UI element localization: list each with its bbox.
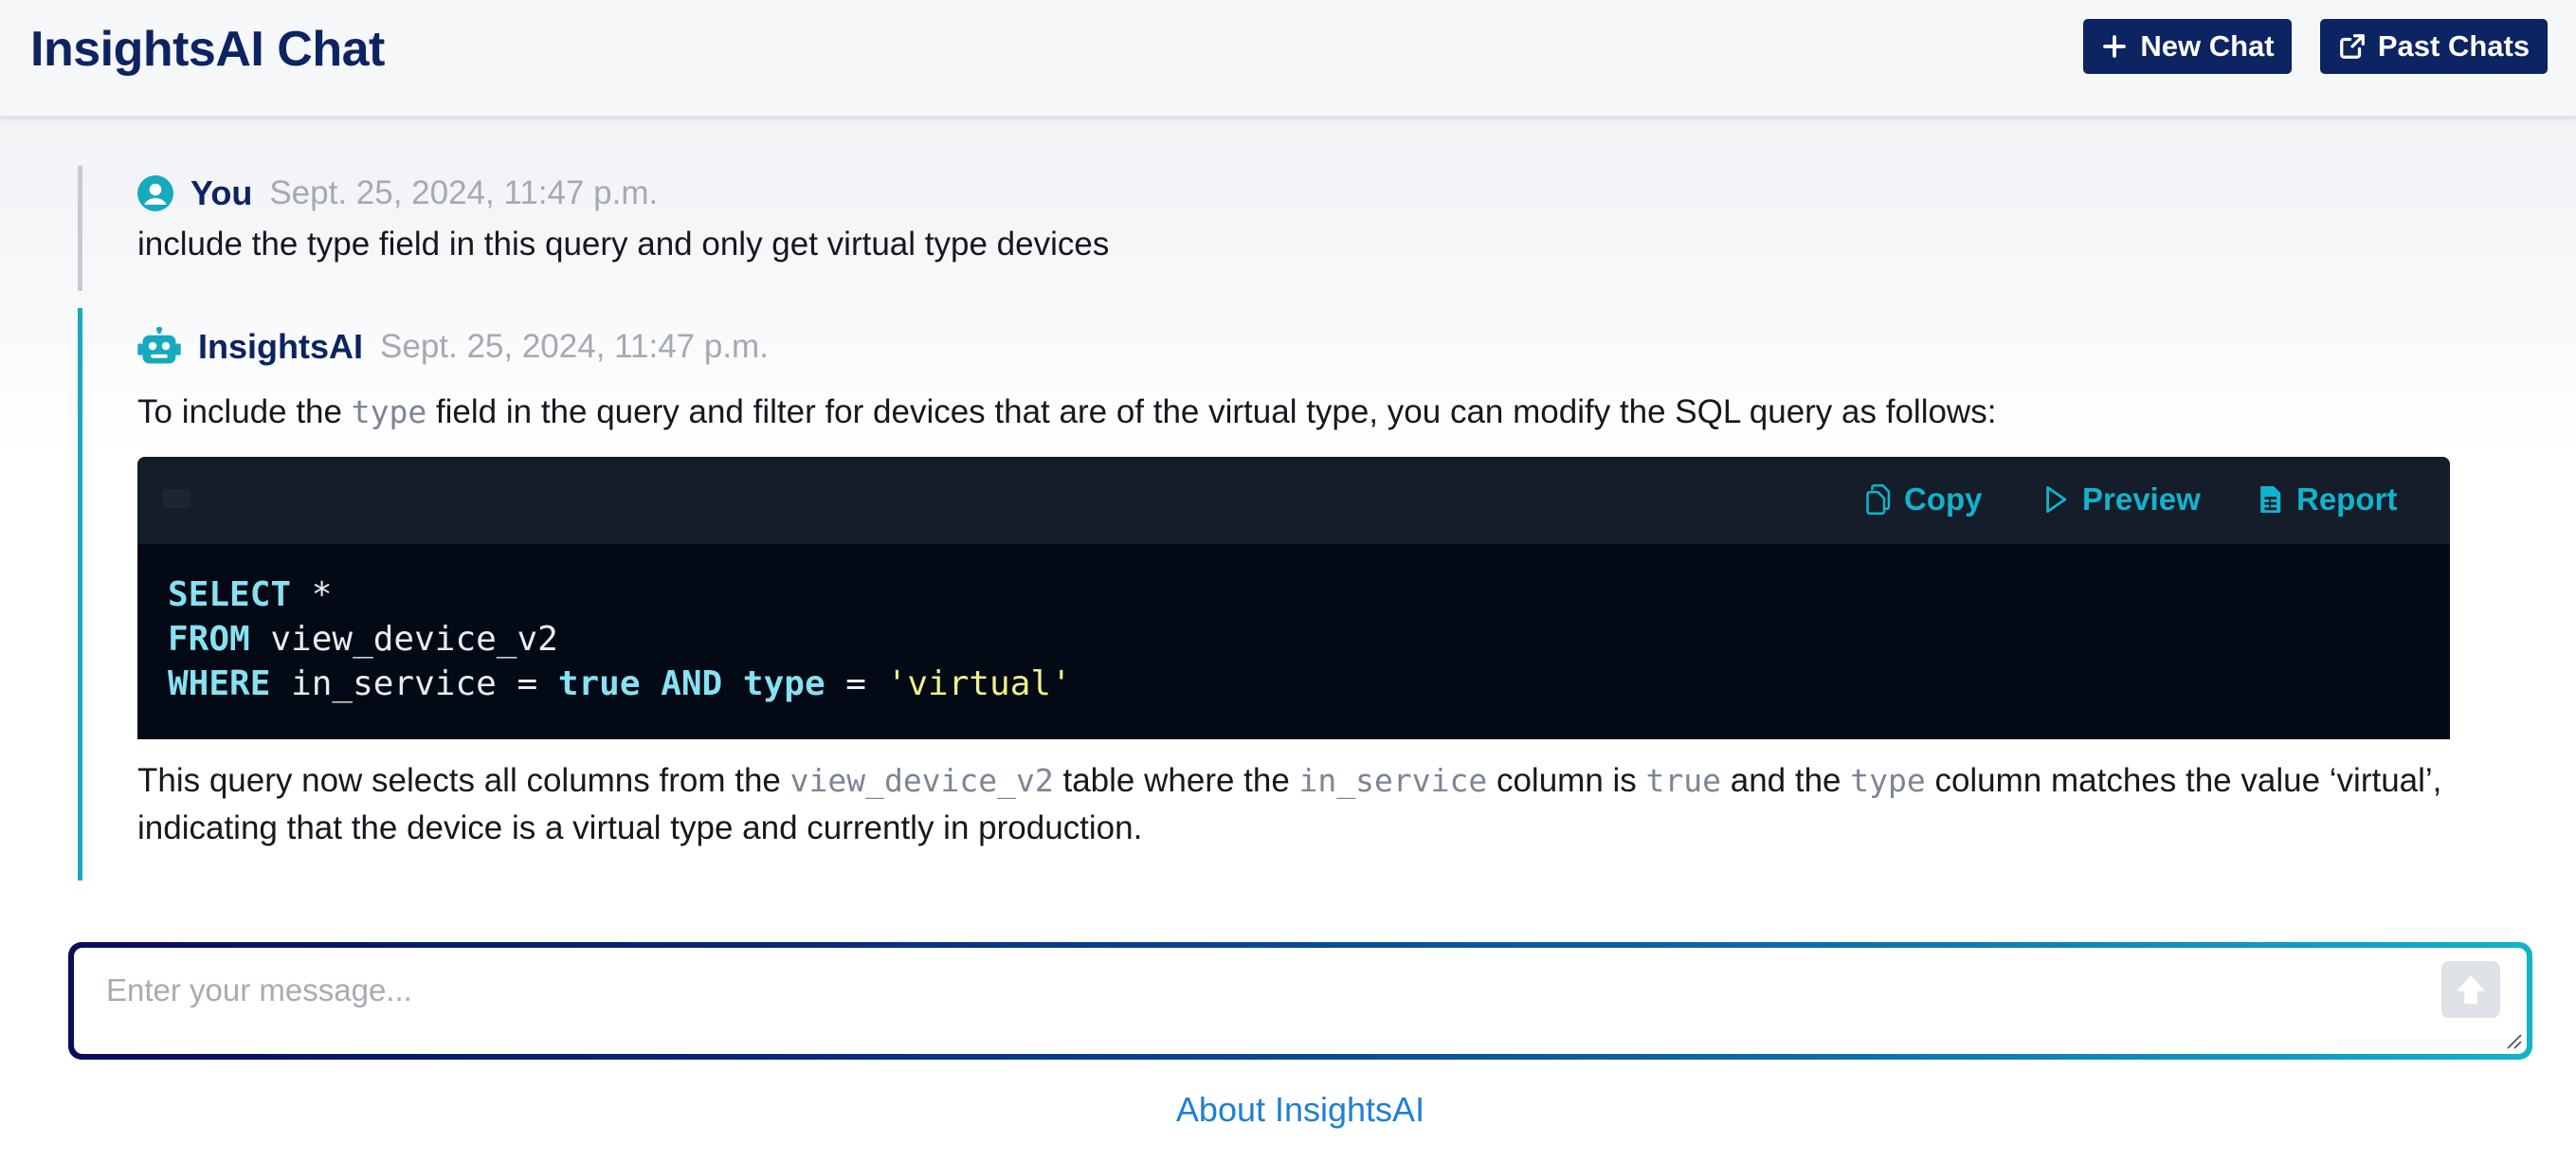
document-icon [2260, 486, 2281, 513]
sql-keyword: type [742, 664, 825, 703]
inline-code: type [351, 393, 427, 430]
message-timestamp: Sept. 25, 2024, 11:47 p.m. [269, 174, 659, 211]
code-text: = [825, 664, 887, 703]
message-header: InsightsAI Sept. 25, 2024, 11:47 p.m. [137, 327, 769, 367]
new-chat-label: New Chat [2140, 29, 2275, 63]
preview-button[interactable]: Preview [2042, 481, 2201, 517]
message-header: You Sept. 25, 2024, 11:47 p.m. [137, 173, 658, 213]
arrow-up-icon [2457, 975, 2485, 1004]
sql-keyword: FROM [168, 620, 250, 659]
resize-handle-icon[interactable] [2502, 1029, 2523, 1050]
inline-code: true [1645, 762, 1721, 799]
report-label: Report [2296, 481, 2398, 517]
message-input-box [74, 948, 2527, 1054]
intro-text: To include the [137, 393, 352, 430]
code-text: view_device_v2 [249, 620, 558, 659]
sql-keyword: WHERE [168, 664, 271, 703]
assistant-message: InsightsAI Sept. 25, 2024, 11:47 p.m. To… [78, 308, 2450, 881]
outro-text: column is [1487, 762, 1646, 799]
external-link-icon [2340, 34, 2365, 59]
past-chats-button[interactable]: Past Chats [2320, 19, 2548, 74]
message-author: InsightsAI [198, 327, 364, 366]
user-circle-icon [137, 175, 173, 211]
code-line: FROM view_device_v2 [168, 617, 1072, 662]
robot-icon [137, 327, 181, 364]
sql-code-block: Copy Preview Report SELECT * FROM view_d… [137, 457, 2450, 739]
chat-page: InsightsAI Chat New Chat Past Chats You … [0, 0, 2576, 1162]
message-input-container [68, 942, 2532, 1060]
message-input[interactable] [106, 967, 2381, 1014]
inline-code: type [1850, 762, 1926, 799]
sql-keyword: true [557, 664, 641, 703]
send-button[interactable] [2441, 961, 2500, 1018]
code-line: WHERE in_service = true AND type = 'virt… [168, 662, 1072, 706]
copy-icon [1866, 484, 1891, 515]
report-button[interactable]: Report [2257, 481, 2397, 517]
inline-code: view_device_v2 [789, 762, 1054, 799]
outro-text: table where the [1053, 762, 1299, 799]
sql-string: 'virtual' [886, 664, 1072, 703]
plus-icon [2103, 35, 2127, 58]
code-toolbar: Copy Preview Report [137, 457, 2450, 544]
past-chats-label: Past Chats [2377, 29, 2531, 63]
code-text: * [291, 575, 333, 614]
message-text: include the type field in this query and… [137, 226, 1110, 263]
copy-label: Copy [1904, 481, 1983, 517]
message-outro: This query now selects all columns from … [137, 757, 2450, 852]
intro-text: field in the query and filter for device… [426, 393, 1997, 430]
play-icon [2046, 486, 2067, 513]
outro-text: and the [1721, 762, 1851, 799]
new-chat-button[interactable]: New Chat [2083, 19, 2292, 74]
app-title: InsightsAI Chat [30, 22, 385, 77]
code-language-tag [162, 489, 190, 508]
code-text: in_service = [270, 664, 558, 703]
preview-label: Preview [2082, 481, 2201, 517]
message-timestamp: Sept. 25, 2024, 11:47 p.m. [380, 328, 769, 365]
about-link[interactable]: About InsightsAI [0, 1090, 2576, 1130]
message-intro: To include the type field in the query a… [137, 389, 1996, 436]
user-message: You Sept. 25, 2024, 11:47 p.m. include t… [78, 166, 2447, 291]
copy-button[interactable]: Copy [1864, 481, 1983, 517]
sql-keyword: SELECT [168, 575, 292, 614]
sql-keyword: AND [661, 664, 723, 703]
outro-text: This query now selects all columns from … [137, 762, 790, 799]
code-line: SELECT * [168, 572, 1072, 617]
message-author: You [190, 173, 253, 212]
inline-code: in_service [1298, 762, 1488, 799]
code-content: SELECT * FROM view_device_v2 WHERE in_serv… [168, 572, 1072, 706]
app-header: InsightsAI Chat New Chat Past Chats [0, 0, 2576, 119]
